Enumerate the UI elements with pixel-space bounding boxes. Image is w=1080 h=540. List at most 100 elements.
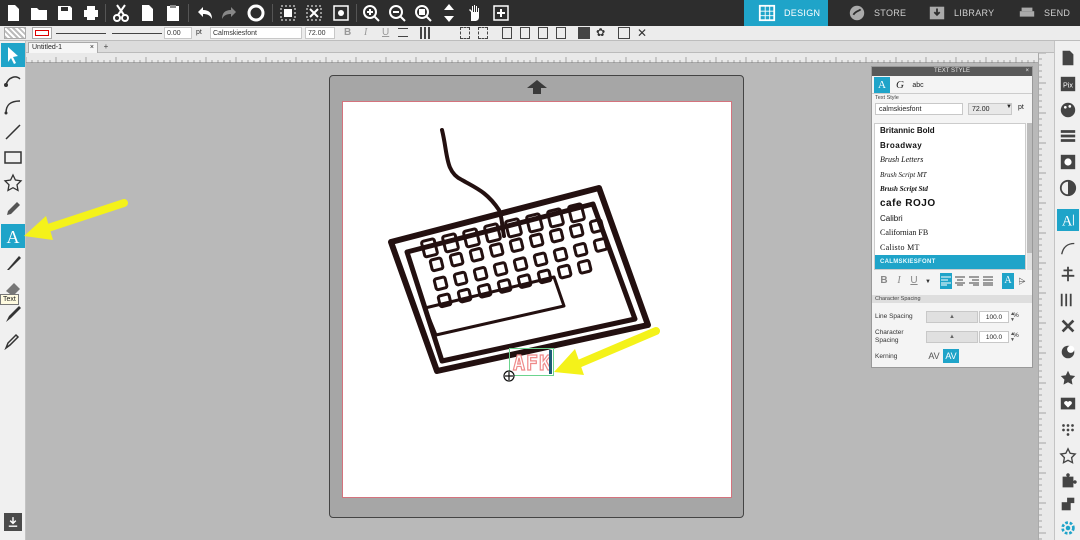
- polygon-tool[interactable]: [1, 171, 25, 195]
- print-icon[interactable]: [80, 2, 102, 24]
- copy-icon[interactable]: [136, 2, 158, 24]
- redraw-icon[interactable]: [245, 2, 267, 24]
- fill-color-swatch[interactable]: [4, 27, 26, 39]
- edit-points-icon[interactable]: [330, 2, 352, 24]
- nav-tab-store[interactable]: STORE: [834, 0, 918, 26]
- font-size-input[interactable]: 72.00: [305, 27, 335, 39]
- nav-tab-library[interactable]: LIBRARY: [914, 0, 1004, 26]
- font-list-item[interactable]: Californian FB: [875, 226, 1025, 241]
- vertical-text-button[interactable]: ⩥: [1016, 273, 1028, 289]
- align-left-button[interactable]: [940, 273, 952, 289]
- pan-icon[interactable]: [464, 2, 486, 24]
- nav-tab-send[interactable]: SEND: [1004, 0, 1080, 26]
- edit-points-tool[interactable]: [1, 68, 25, 92]
- arrange-backward-icon[interactable]: [538, 27, 548, 39]
- replicate-button[interactable]: [1057, 289, 1079, 311]
- kerning-off-button[interactable]: AV: [926, 349, 942, 363]
- font-list-scrollbar[interactable]: [1027, 123, 1032, 270]
- offset-button[interactable]: [1057, 341, 1079, 363]
- line-width-input[interactable]: 0.00: [164, 27, 192, 39]
- 3d-icon[interactable]: [618, 27, 630, 39]
- zoom-in-icon[interactable]: [360, 2, 382, 24]
- line-color-button[interactable]: [1057, 151, 1079, 173]
- zoom-fit-icon[interactable]: [412, 2, 434, 24]
- nesting-button[interactable]: [1057, 493, 1079, 515]
- line-color-swatch[interactable]: [32, 27, 52, 39]
- modify-button[interactable]: [1057, 315, 1079, 337]
- arrange-back-icon[interactable]: [556, 27, 566, 39]
- open-icon[interactable]: [28, 2, 50, 24]
- char-spacing-slider[interactable]: ▲: [926, 331, 978, 343]
- new-icon[interactable]: [2, 2, 24, 24]
- justify-button[interactable]: [982, 273, 994, 289]
- fill-panel-button[interactable]: [1057, 99, 1079, 121]
- font-search-input[interactable]: calmskiesfont: [875, 103, 963, 115]
- line-style-select-2[interactable]: [112, 27, 162, 34]
- trace-button[interactable]: [1057, 367, 1079, 389]
- keyboard-drawing[interactable]: [343, 102, 733, 499]
- font-list-item[interactable]: Brush Letters: [875, 153, 1025, 168]
- tab-close-icon[interactable]: ×: [90, 43, 94, 53]
- font-list-item[interactable]: Brush Script Std: [875, 182, 1025, 197]
- sketch-button[interactable]: [1057, 393, 1079, 415]
- line-style-select[interactable]: [56, 27, 106, 34]
- curve-tool[interactable]: [1, 94, 25, 118]
- font-list-item[interactable]: Broadway: [875, 139, 1025, 154]
- move-icon[interactable]: [438, 2, 460, 24]
- underline-button[interactable]: U: [382, 27, 389, 39]
- transparency-button[interactable]: [1057, 177, 1079, 199]
- font-list-item[interactable]: Brush Script MT: [875, 168, 1025, 183]
- save-icon[interactable]: [54, 2, 76, 24]
- document-tab[interactable]: Untitled-1 ×: [28, 42, 98, 53]
- close-icon[interactable]: ✕: [637, 27, 647, 39]
- star-icon[interactable]: ✿: [596, 27, 605, 39]
- arrange-front-icon[interactable]: [502, 27, 512, 39]
- font-list-item-selected[interactable]: CALMSKIESFONT: [875, 255, 1025, 269]
- arrange-forward-icon[interactable]: [520, 27, 530, 39]
- pixscan-dots-button[interactable]: [1057, 419, 1079, 441]
- align-right-button[interactable]: [968, 273, 980, 289]
- eyedropper-tool[interactable]: [1, 328, 25, 352]
- line-tool[interactable]: [1, 120, 25, 144]
- font-name-input[interactable]: Calmskiesfont: [210, 27, 302, 39]
- weld-icon[interactable]: [578, 27, 590, 39]
- line-spacing-slider[interactable]: ▲: [926, 311, 978, 323]
- settings-button[interactable]: [1057, 517, 1079, 539]
- ungroup-icon[interactable]: [478, 27, 488, 39]
- nav-tab-design[interactable]: DESIGN: [744, 0, 828, 26]
- knife-tool[interactable]: [1, 250, 25, 274]
- text-style-button[interactable]: A: [1057, 209, 1079, 231]
- chevron-down-icon[interactable]: ▼: [1006, 104, 1012, 110]
- distribute-icon[interactable]: [420, 27, 430, 39]
- design-page[interactable]: AFK: [342, 101, 732, 498]
- line-style-button[interactable]: [1057, 125, 1079, 147]
- add-icon[interactable]: [490, 2, 512, 24]
- canvas-text[interactable]: AFK: [512, 350, 552, 375]
- horizontal-text-button[interactable]: A: [1002, 273, 1014, 289]
- group-icon[interactable]: [460, 27, 470, 39]
- deselect-icon[interactable]: [303, 2, 325, 24]
- align-center-button[interactable]: [954, 273, 966, 289]
- align-icon[interactable]: [398, 28, 408, 37]
- pixscan-button[interactable]: Pix: [1057, 73, 1079, 95]
- bold-button[interactable]: B: [878, 273, 890, 289]
- kerning-on-button[interactable]: AV: [943, 349, 959, 363]
- font-list-item[interactable]: Britannic Bold: [875, 124, 1025, 139]
- move-handle-icon[interactable]: [502, 369, 516, 383]
- puzzle-button[interactable]: [1057, 471, 1079, 493]
- font-list-item[interactable]: Calisto MT: [875, 241, 1025, 256]
- font-list-item[interactable]: cafe ROJO: [875, 197, 1025, 212]
- select-tool[interactable]: [1, 43, 25, 67]
- char-spacing-input[interactable]: 100.0: [979, 331, 1009, 343]
- zoom-out-icon[interactable]: [386, 2, 408, 24]
- chevron-down-icon[interactable]: ▼: [923, 273, 933, 289]
- tab-text-to-path[interactable]: G: [892, 77, 908, 93]
- undo-icon[interactable]: [193, 2, 215, 24]
- redo-icon[interactable]: [219, 2, 241, 24]
- align-panel-button[interactable]: [1057, 263, 1079, 285]
- library-drawer-button[interactable]: [4, 513, 22, 531]
- text-to-path-button[interactable]: [1057, 237, 1079, 259]
- cut-icon[interactable]: [110, 2, 132, 24]
- rhinestone-button[interactable]: [1057, 445, 1079, 467]
- underline-button[interactable]: U: [908, 273, 920, 289]
